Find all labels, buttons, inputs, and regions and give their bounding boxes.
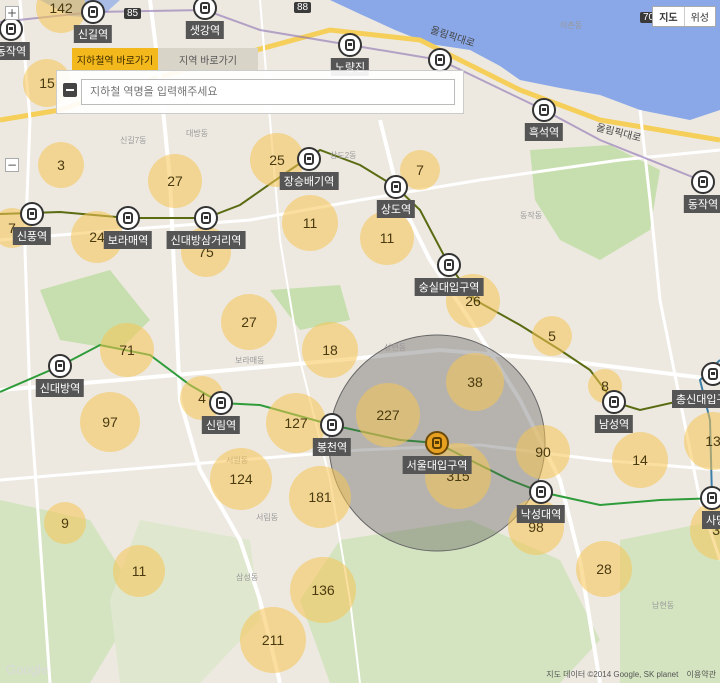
area-label: 보라매동 [235,356,265,365]
station-label: 신림역 [201,416,241,434]
cluster-marker[interactable]: 124 [210,448,272,510]
search-box [56,70,464,114]
station-label: 신풍역 [12,227,52,245]
area-label: 상도2동 [330,151,357,160]
cluster-marker[interactable]: 27 [148,154,202,208]
cluster-marker[interactable]: 211 [240,607,306,673]
cluster-marker[interactable]: 11 [113,545,165,597]
area-label: 서림동 [256,513,279,522]
station-label: 낙성대역 [516,505,566,523]
subway-search-panel: 지하철역 바로가기 지역 바로가기 [56,48,464,114]
station-label: 신대방삼거리역 [166,231,246,249]
area-label: 삼성동 [236,573,259,582]
subway-icon [425,431,449,455]
station-label: 흑석역 [524,123,564,141]
map-type-map-button[interactable]: 지도 [653,7,683,26]
cluster-marker[interactable]: 71 [100,323,154,377]
subway-icon [0,17,23,41]
station-label: 동작역 [683,195,720,213]
cluster-marker[interactable]: 11 [282,195,338,251]
cluster-marker[interactable]: 9 [44,502,86,544]
map-type-satellite-button[interactable]: 위성 [683,7,715,26]
zoom-in-button[interactable]: + [5,6,19,20]
subway-icon [116,206,140,230]
area-label: 이촌동 [560,21,583,30]
subway-icon [320,413,344,437]
area-label: 신길7동 [120,136,147,145]
cluster-marker[interactable]: 181 [289,466,351,528]
cluster-marker[interactable]: 5 [532,316,572,356]
cluster-marker[interactable]: 227 [356,383,420,447]
subway-icon [194,206,218,230]
attribution-text: 지도 데이터 ©2014 Google, SK planet [546,670,679,679]
station-label: 상도역 [376,200,416,218]
road-shield-85: 85 [124,8,142,19]
station-label: 장승배기역 [279,172,339,190]
tab-area-shortcut[interactable]: 지역 바로가기 [158,48,258,70]
map-attribution: 지도 데이터 ©2014 Google, SK planet 이용약관 [546,669,716,680]
subway-icon [297,147,321,171]
cluster-marker[interactable]: 11 [360,211,414,265]
area-label: 대방동 [186,129,209,138]
subway-icon [20,202,44,226]
cluster-marker[interactable]: 97 [80,392,140,452]
station-label: 숭실대입구역 [414,278,484,296]
subway-icon [691,170,715,194]
station-label: 샛강역 [185,21,225,39]
station-label: 남성역 [594,415,634,433]
google-logo: Google [6,662,48,677]
station-search-input[interactable] [81,79,455,105]
cluster-marker[interactable]: 14 [612,432,668,488]
station-label: 신대방역 [35,379,85,397]
cluster-marker[interactable]: 136 [290,557,356,623]
subway-icon [81,0,105,24]
panel-tabs: 지하철역 바로가기 지역 바로가기 [56,48,464,70]
station-label: 신길역 [73,25,113,43]
zoom-out-button[interactable]: − [5,158,19,172]
station-label: 동작역 [0,42,31,60]
collapse-icon[interactable] [63,83,77,97]
cluster-marker[interactable]: 28 [576,541,632,597]
station-label: 보라매역 [103,231,153,249]
subway-icon [209,391,233,415]
subway-icon [532,98,556,122]
terms-link[interactable]: 이용약관 [687,670,716,679]
cluster-marker[interactable]: 27 [221,294,277,350]
subway-icon [48,354,72,378]
area-label: 남현동 [652,601,675,610]
station-label: 서울대입구역 [402,456,472,474]
subway-icon [602,390,626,414]
tab-subway-shortcut[interactable]: 지하철역 바로가기 [72,48,158,70]
area-label: 동작동 [520,211,543,220]
station-label: 봉천역 [312,438,352,456]
subway-icon [700,486,720,510]
cluster-marker[interactable]: 3 [38,142,84,188]
subway-icon [701,362,720,386]
subway-icon [384,175,408,199]
station-label: 사당 [702,511,720,529]
subway-icon [529,480,553,504]
cluster-marker[interactable]: 18 [302,322,358,378]
cluster-marker[interactable]: 90 [516,425,570,479]
map-type-toggle: 지도 위성 [652,6,716,27]
area-label: 성현동 [384,343,407,352]
subway-icon [437,253,461,277]
cluster-marker[interactable]: 38 [446,353,504,411]
road-shield-88: 88 [294,2,312,13]
station-label: 총신대입구 [672,390,720,408]
